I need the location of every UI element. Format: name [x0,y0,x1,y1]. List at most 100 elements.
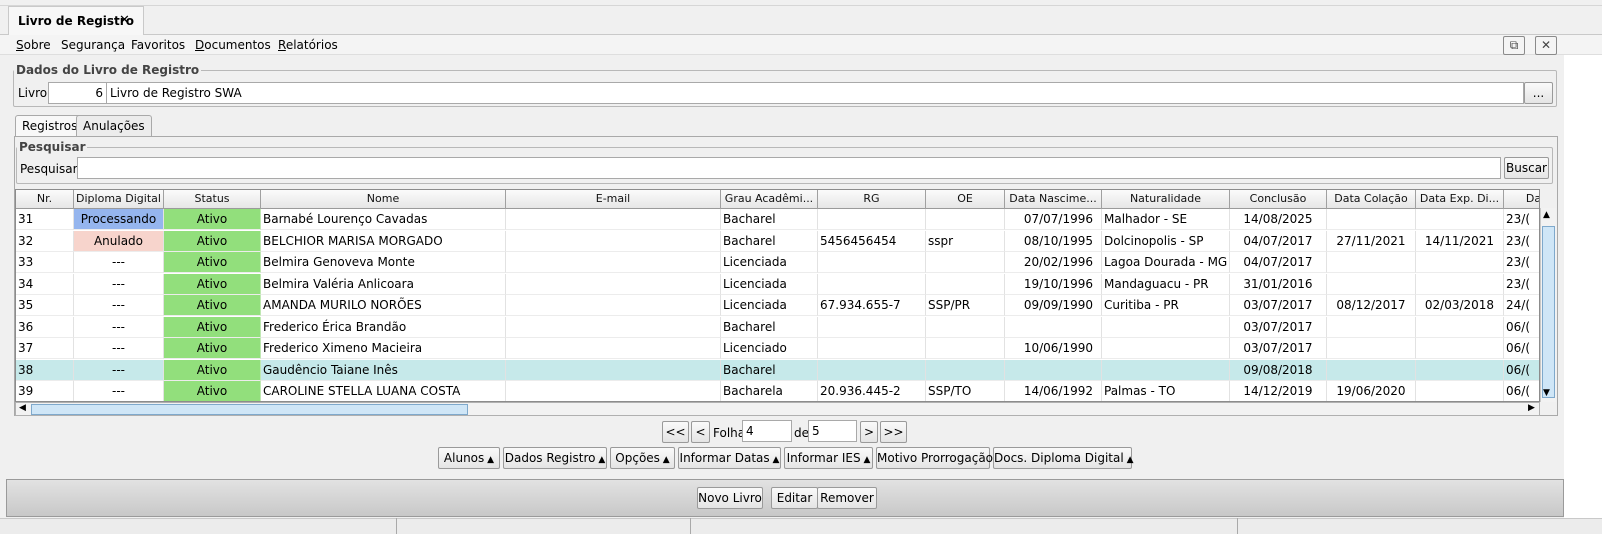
scroll-down-icon[interactable]: ▼ [1543,388,1550,398]
cell-grau-academico: Bacharela [721,381,818,401]
cell-naturalidade [1102,359,1230,381]
column-header-nome[interactable]: Nome [261,190,506,209]
pager-first-button[interactable]: << [662,421,689,443]
table-row[interactable]: 39 --- Ativo CAROLINE STELLA LUANA COSTA Bac… [16,381,1539,401]
opcoes-label: Opções [615,451,660,465]
close-window-icon[interactable]: ✕ [1535,36,1557,55]
column-header-status[interactable]: Status [164,190,261,209]
cell-grau-academico: Licenciada [721,295,818,316]
column-header-email[interactable]: E-mail [506,190,721,209]
tab-close-icon[interactable]: ✕ [119,13,130,28]
cell-data-exp: 02/03/2018 [1416,295,1504,316]
table-row[interactable]: 35 --- Ativo AMANDA MURILO NORÕES Licenciada… [16,295,1539,317]
motivo-prorrogacao-button[interactable]: Motivo Prorrogação [876,447,994,469]
menu-seguranca[interactable]: Segurança [61,38,125,52]
cell-conclusao: 04/07/2017 [1230,252,1327,273]
cell-email [506,273,721,295]
column-header-data-nascimento[interactable]: Data Nascime... [1005,190,1102,209]
column-header-nr[interactable]: Nr. [16,190,74,209]
tab-livro-de-registro[interactable]: Livro de Registro ✕ [8,6,144,36]
horizontal-scroll-thumb[interactable] [31,404,468,415]
column-header-da[interactable]: Da [1504,190,1539,209]
table-row[interactable]: 31 Processando Ativo Barnabé Lourenço Cavad… [16,209,1539,231]
column-header-grau-academico[interactable]: Grau Acadêmi... [721,190,818,209]
column-header-oe[interactable]: OE [926,190,1005,209]
cell-email [506,230,721,252]
cell-email [506,295,721,316]
scroll-left-icon[interactable]: ◀ [19,403,26,413]
column-header-naturalidade[interactable]: Naturalidade [1102,190,1230,209]
pager-prev-button[interactable]: < [691,421,710,443]
cell-data-exp [1416,381,1504,401]
cell-oe [926,316,1005,338]
vertical-scrollbar[interactable]: ▲ ▼ [1540,208,1556,402]
column-header-data-colacao[interactable]: Data Colação [1327,190,1416,209]
cell-da: 24/( [1504,295,1539,316]
cell-naturalidade: Malhador - SE [1102,209,1230,230]
cell-rg: 67.934.655-7 [818,295,926,316]
docs-diploma-digital-button[interactable]: Docs. Diploma Digital ▲ [993,447,1134,469]
menu-bar: Sobre Segurança Favoritos Documentos Rel… [0,35,1602,55]
table-row[interactable]: 33 --- Ativo Belmira Genoveva Monte Licencia… [16,252,1539,274]
cell-naturalidade: Palmas - TO [1102,381,1230,401]
cell-conclusao: 03/07/2017 [1230,316,1327,338]
cell-oe [926,273,1005,295]
pager-de-label: de [794,426,809,440]
motivo-prorrogacao-label: Motivo Prorrogação [877,451,994,465]
cell-nome: AMANDA MURILO NORÕES [261,295,506,316]
opcoes-button[interactable]: Opções ▲ [610,447,675,469]
tab-registros[interactable]: Registros [15,115,85,137]
novo-livro-button[interactable]: Novo Livro [697,487,763,509]
tab-anulacoes[interactable]: Anulações [76,115,152,136]
livro-name-field[interactable]: Livro de Registro SWA [106,82,1524,104]
informar-ies-button[interactable]: Informar IES ▲ [784,447,873,469]
vertical-scroll-thumb[interactable] [1542,226,1555,398]
status-divider [396,518,397,534]
menu-favoritos[interactable]: Favoritos [131,38,185,52]
cell-status: Ativo [164,359,261,381]
cell-oe [926,209,1005,230]
cell-naturalidade: Dolcinopolis - SP [1102,230,1230,252]
cell-diploma-digital: --- [74,295,164,316]
livro-browse-button[interactable]: ... [1524,82,1553,104]
cell-diploma-digital: --- [74,338,164,359]
scroll-right-icon[interactable]: ▶ [1528,403,1535,413]
menu-sobre[interactable]: Sobre [16,38,51,52]
scroll-up-icon[interactable]: ▲ [1543,210,1550,220]
table-row[interactable]: 36 --- Ativo Frederico Érica Brandão Bachare… [16,316,1539,339]
column-header-conclusao[interactable]: Conclusão [1230,190,1327,209]
remover-button[interactable]: Remover [817,487,877,509]
menu-documentos[interactable]: Documentos [195,38,271,52]
menu-relatorios[interactable]: Relatórios [278,38,338,52]
cell-nome: Belmira Valéria Anlicoara [261,273,506,295]
cell-naturalidade [1102,338,1230,359]
table-row[interactable]: 37 --- Ativo Frederico Ximeno Macieira Licen… [16,338,1539,360]
document-tab-strip: Livro de Registro ✕ [0,6,1602,36]
search-input[interactable] [77,157,1501,179]
cell-nr: 33 [16,252,74,273]
table-row[interactable]: 34 --- Ativo Belmira Valéria Anlicoara Licen… [16,273,1539,296]
alunos-button[interactable]: Alunos ▲ [438,447,500,469]
search-legend: Pesquisar [19,140,86,154]
status-divider [690,518,691,534]
cell-grau-academico: Licenciada [721,252,818,273]
cell-data-exp [1416,359,1504,381]
column-header-data-exp[interactable]: Data Exp. Di... [1416,190,1504,209]
cell-da: 23/( [1504,209,1539,230]
informar-datas-button[interactable]: Informar Datas ▲ [678,447,781,469]
editar-button[interactable]: Editar [771,487,818,509]
cell-data-exp [1416,252,1504,273]
column-header-rg[interactable]: RG [818,190,926,209]
cell-grau-academico: Bacharel [721,209,818,230]
table-row[interactable]: 38 --- Ativo Gaudêncio Taiane Inês Bacharel 0… [16,359,1539,381]
dados-registro-button[interactable]: Dados Registro ▲ [503,447,607,469]
table-row[interactable]: 32 Anulado Ativo BELCHIOR MARISA MORGADO Bac… [16,230,1539,253]
livro-number-field[interactable]: 6 [48,82,107,104]
buscar-button[interactable]: Buscar [1504,157,1549,179]
pager-next-button[interactable]: > [860,421,878,443]
horizontal-scrollbar[interactable]: ◀ ▶ [15,402,1540,416]
pager-page-field[interactable]: 4 [742,420,792,442]
pager-last-button[interactable]: >> [880,421,907,443]
popout-icon[interactable]: ⧉ [1503,36,1525,55]
column-header-diploma-digital[interactable]: Diploma Digital [74,190,164,209]
